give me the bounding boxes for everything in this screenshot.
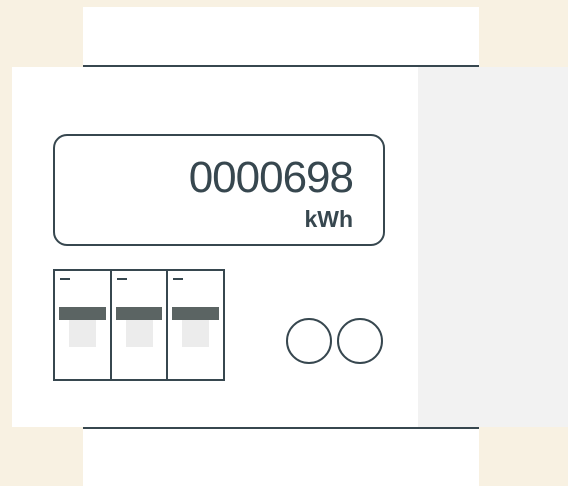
meter-side-panel (418, 67, 568, 427)
meter-unit: kWh (304, 206, 353, 232)
breaker-pole-1[interactable] (55, 271, 112, 379)
breaker-slot (182, 320, 210, 347)
breaker-slot (69, 320, 96, 347)
meter-reading: 0000698 (188, 153, 354, 202)
indicator-light-2 (337, 318, 383, 364)
meter-bottom-rail (83, 427, 479, 486)
indicator-light-1 (286, 318, 332, 364)
breaker-block (53, 269, 225, 381)
breaker-pole-2[interactable] (112, 271, 169, 379)
breaker-toggle[interactable] (172, 307, 220, 320)
meter-top-rail (83, 7, 479, 67)
breaker-toggle[interactable] (59, 307, 106, 320)
pole-mark (60, 278, 70, 280)
breaker-slot (125, 320, 153, 347)
pole-mark (173, 278, 184, 280)
meter-display: 0000698 kWh (53, 134, 385, 246)
breaker-toggle[interactable] (115, 307, 163, 320)
breaker-pole-3[interactable] (168, 271, 223, 379)
pole-mark (116, 278, 127, 280)
